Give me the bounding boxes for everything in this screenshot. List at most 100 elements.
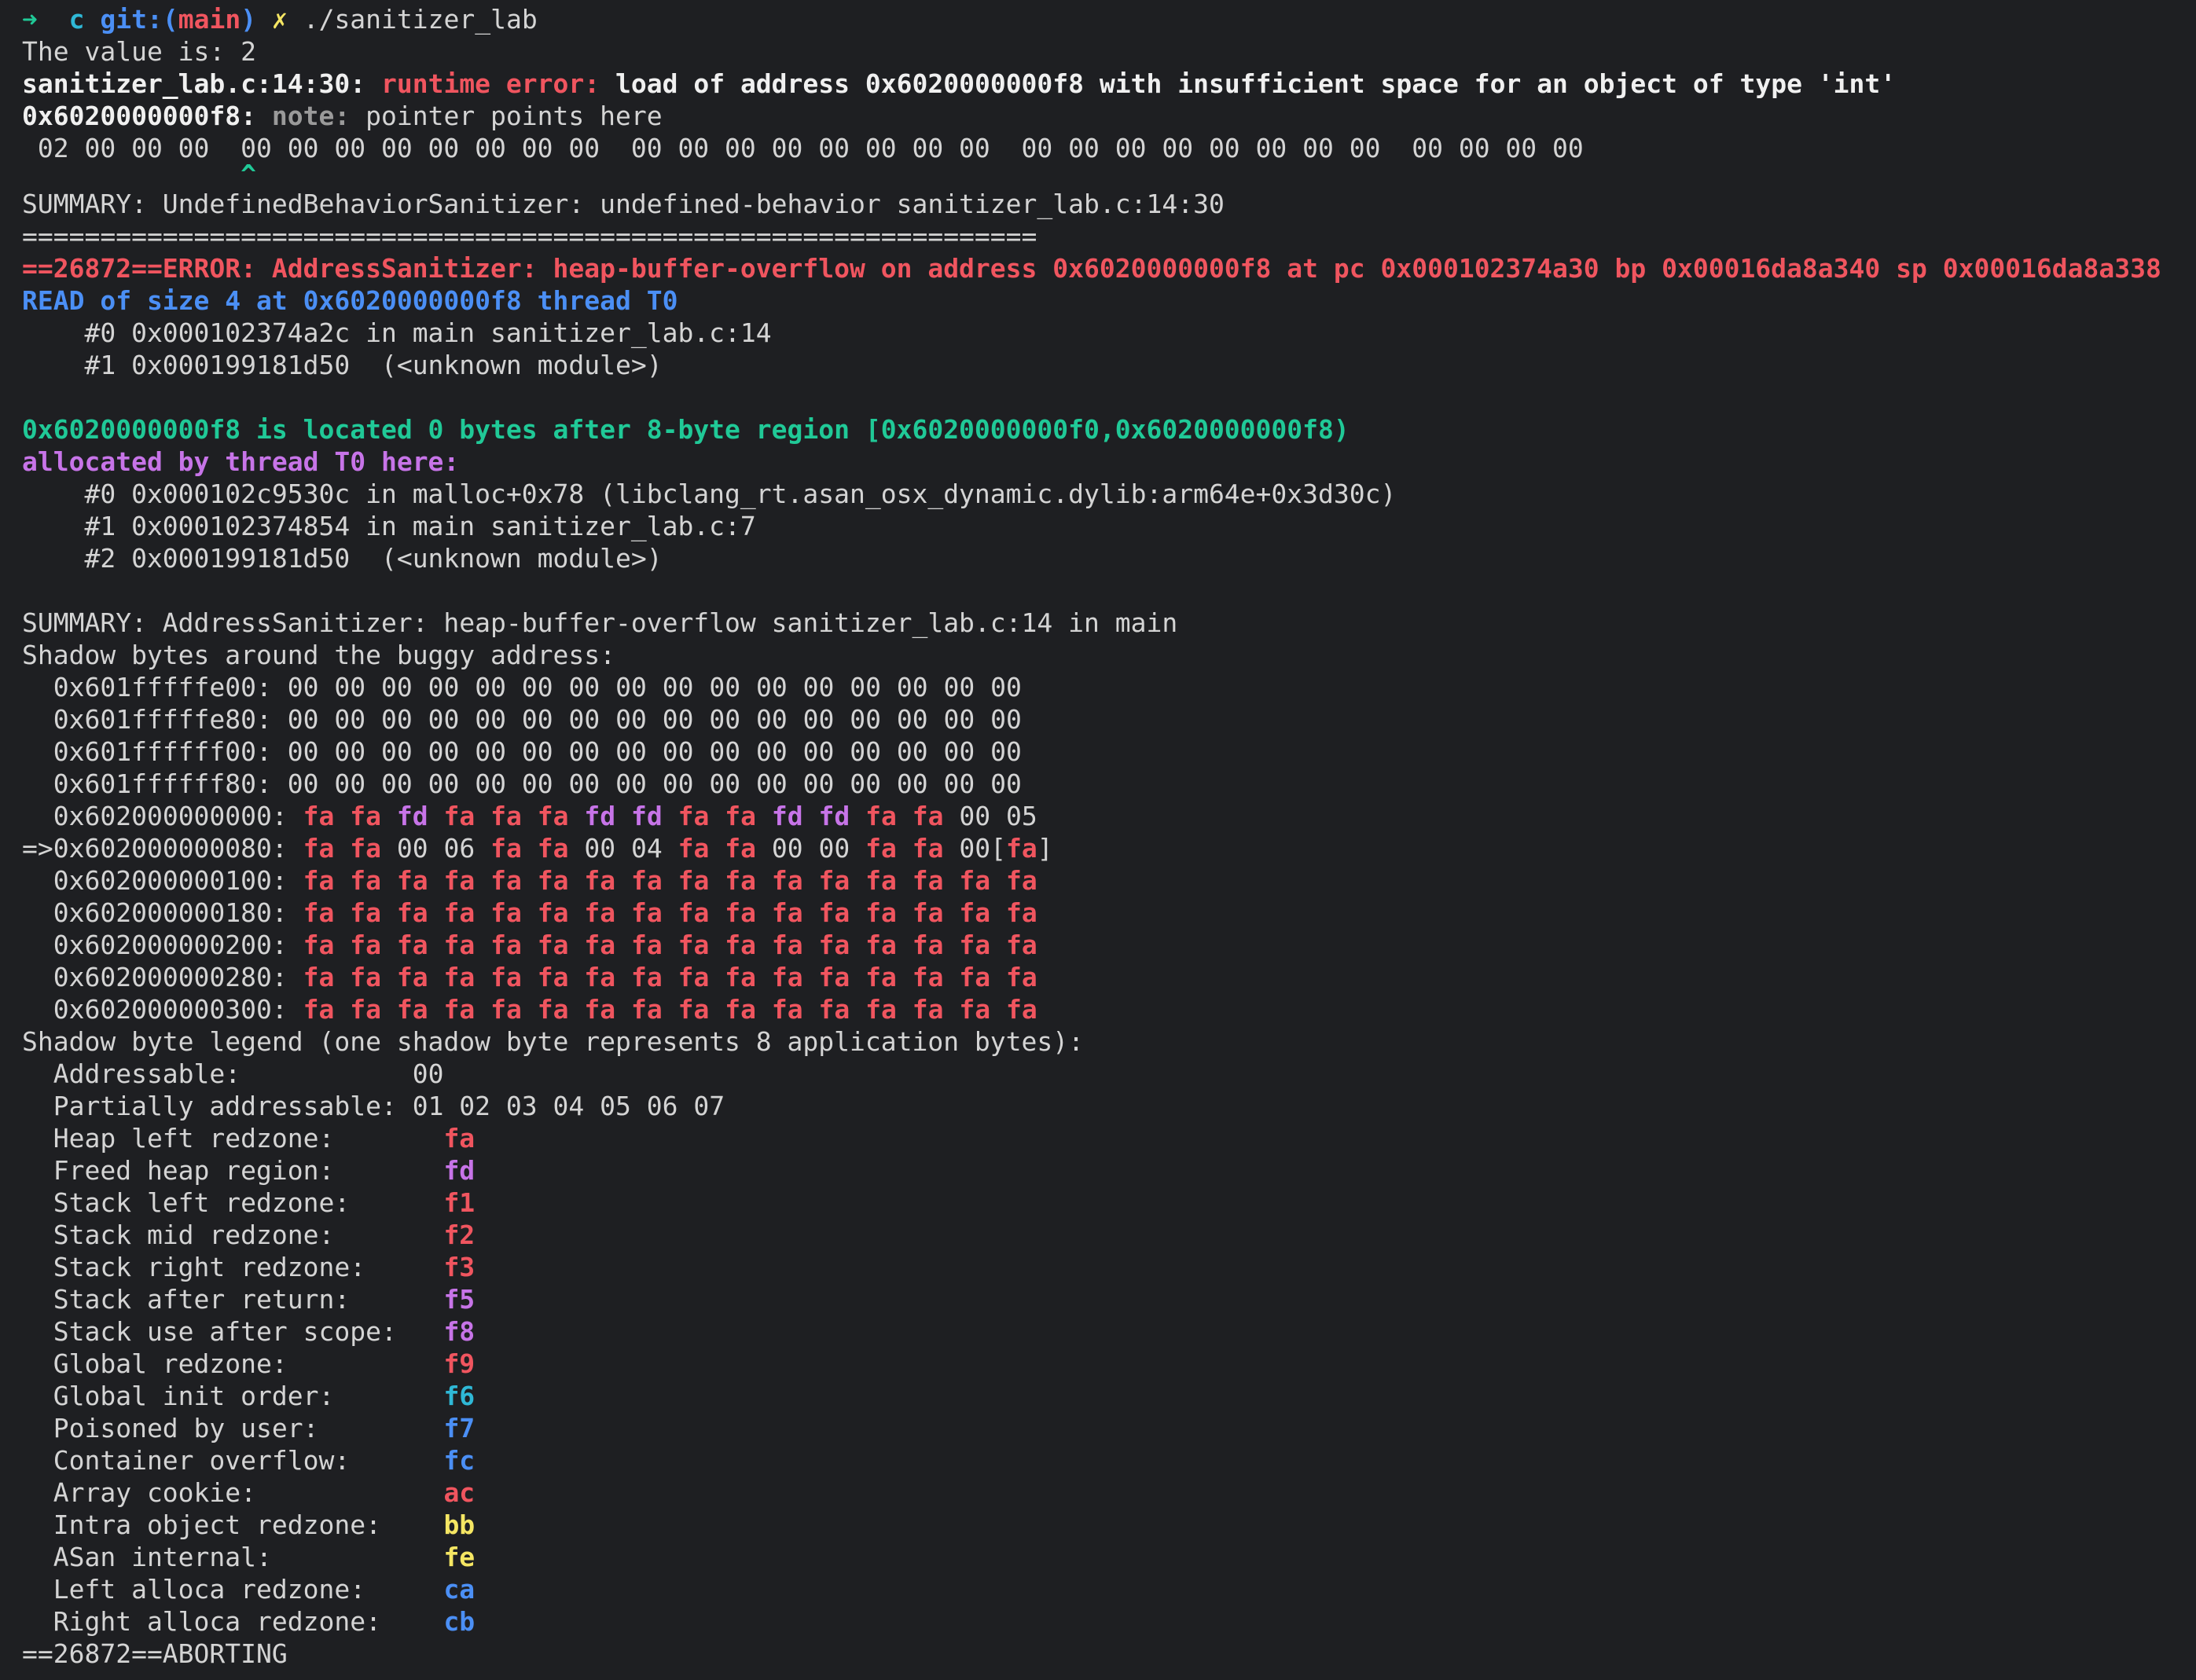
shadow-byte: 00 <box>615 704 647 735</box>
shadow-byte: fd <box>631 801 663 831</box>
legend-row: Stack right redzone: f3 <box>22 1251 2161 1283</box>
shadow-byte: fd <box>396 801 428 831</box>
shadow-row: 0x602000000200: fa fa fa fa fa fa fa fa … <box>22 929 2161 961</box>
shadow-header: Shadow bytes around the buggy address: <box>22 640 615 670</box>
shadow-byte: 00 <box>850 672 882 702</box>
shadow-byte: fa <box>350 865 382 896</box>
legend-row: Intra object redzone: bb <box>22 1509 2161 1541</box>
shadow-byte: fa <box>865 801 897 831</box>
shadow-byte: 00 <box>818 833 850 864</box>
shadow-byte: 00 <box>381 672 413 702</box>
shadow-byte: fa <box>490 833 522 864</box>
legend-value: f9 <box>443 1348 476 1379</box>
shadow-byte: 00 <box>802 736 835 767</box>
shadow-byte: fa <box>678 833 710 864</box>
shadow-byte: fa <box>396 897 428 928</box>
shadow-byte: fa <box>771 897 803 928</box>
prompt-dir: c <box>68 4 85 35</box>
git-suffix: ) <box>241 4 257 35</box>
shadow-byte: 00 <box>615 672 647 702</box>
shadow-row-address: 0x602000000000: <box>53 801 288 831</box>
shadow-row-prefix: => <box>22 833 53 864</box>
shadow-byte: fa <box>490 897 522 928</box>
prompt-line: ➜ c git:(main) ✗ ./sanitizer_lab <box>22 3 2161 35</box>
shadow-byte: fa <box>537 897 569 928</box>
alloc-stack-frame: #2 0x000199181d50 (<unknown module>) <box>22 543 663 574</box>
shadow-byte: 00 <box>709 768 741 799</box>
note-address: 0x6020000000f8: <box>22 101 257 131</box>
shadow-byte: fa <box>1006 897 1037 928</box>
shadow-byte: fa <box>1006 930 1037 960</box>
shadow-byte: 00 <box>428 672 460 702</box>
note-text: pointer points here <box>365 101 663 131</box>
shadow-byte: 00 <box>396 833 428 864</box>
legend-value: ac <box>443 1477 476 1508</box>
shadow-byte: 00 <box>428 704 460 735</box>
git-prefix: git:( <box>100 4 178 35</box>
shadow-byte: 00 <box>990 704 1022 735</box>
shadow-row: 0x601ffffff80: 00 00 00 00 00 00 00 00 0… <box>22 768 2161 800</box>
shadow-byte: 00 <box>521 704 553 735</box>
shadow-byte: 00 <box>381 736 413 767</box>
ubsan-location: sanitizer_lab.c:14:30: <box>22 68 366 99</box>
shadow-byte: fa <box>303 801 335 831</box>
shadow-byte: fa <box>678 865 710 896</box>
shadow-row-prefix <box>22 768 53 799</box>
shadow-byte: fa <box>350 801 382 831</box>
shadow-byte: 00 <box>943 704 975 735</box>
shadow-byte: fa <box>1006 865 1037 896</box>
shadow-row: 0x602000000300: fa fa fa fa fa fa fa fa … <box>22 993 2161 1025</box>
shadow-byte: fa <box>818 897 850 928</box>
shadow-byte: 00 <box>959 801 991 831</box>
shadow-byte: fa <box>912 962 944 992</box>
legend-value: f8 <box>443 1316 476 1347</box>
shadow-row-address: 0x602000000300: <box>53 994 288 1025</box>
legend-label: Stack left redzone: <box>22 1187 444 1218</box>
legend-label: Poisoned by user: <box>22 1413 444 1443</box>
shadow-byte: fa <box>865 962 897 992</box>
shadow-byte: 00 <box>381 704 413 735</box>
terminal-output: ➜ c git:(main) ✗ ./sanitizer_lab The val… <box>22 3 2161 1670</box>
shadow-byte: 00 <box>287 704 319 735</box>
legend-row: Poisoned by user: f7 <box>22 1412 2161 1444</box>
legend-value: 01 02 03 04 05 06 07 <box>412 1091 725 1121</box>
shadow-byte: fa <box>631 897 663 928</box>
shadow-byte: fa <box>818 865 850 896</box>
shadow-byte: fa <box>396 865 428 896</box>
shadow-byte: fa <box>959 897 991 928</box>
legend-row: Addressable: 00 <box>22 1058 2161 1090</box>
legend-row: Global redzone: f9 <box>22 1348 2161 1380</box>
shadow-legend: Addressable: 00 Partially addressable: 0… <box>22 1058 2161 1638</box>
alloc-stack-frame: #1 0x000102374854 in main sanitizer_lab.… <box>22 511 756 541</box>
shadow-row-address: 0x601ffffff00: <box>53 736 272 767</box>
legend-label: Intra object redzone: <box>22 1509 444 1540</box>
shadow-byte: 00 <box>287 672 319 702</box>
shadow-byte: 00 <box>615 768 647 799</box>
legend-value: fc <box>443 1445 476 1476</box>
shadow-byte: fa <box>584 897 616 928</box>
shadow-row: 0x602000000280: fa fa fa fa fa fa fa fa … <box>22 961 2161 993</box>
legend-row: ASan internal: fe <box>22 1541 2161 1573</box>
shadow-row-address: 0x601ffffff80: <box>53 768 272 799</box>
shadow-byte: 00 <box>943 736 975 767</box>
legend-value: f1 <box>443 1187 476 1218</box>
shadow-byte: 00 <box>584 833 616 864</box>
shadow-byte: 00 <box>850 704 882 735</box>
memory-bytes-line: 02 00 00 00 00 00 00 00 00 00 00 00 00 0… <box>22 133 1584 163</box>
shadow-byte: fa <box>725 833 757 864</box>
shadow-row-prefix <box>22 865 53 896</box>
shadow-byte: fa <box>912 994 944 1025</box>
git-branch: main <box>178 4 241 35</box>
shadow-row: =>0x602000000080: fa fa 00 06 fa fa 00 0… <box>22 833 1053 864</box>
shadow-byte: 00 <box>756 672 788 702</box>
shadow-byte: fa <box>959 865 991 896</box>
shadow-byte: 00 <box>802 768 835 799</box>
shadow-byte: 00 <box>521 736 553 767</box>
shadow-byte: 00 <box>850 736 882 767</box>
shadow-byte: 00 <box>475 672 507 702</box>
shadow-byte: fa <box>443 962 476 992</box>
shadow-byte: 00 <box>568 704 600 735</box>
shadow-byte: fa <box>537 801 569 831</box>
